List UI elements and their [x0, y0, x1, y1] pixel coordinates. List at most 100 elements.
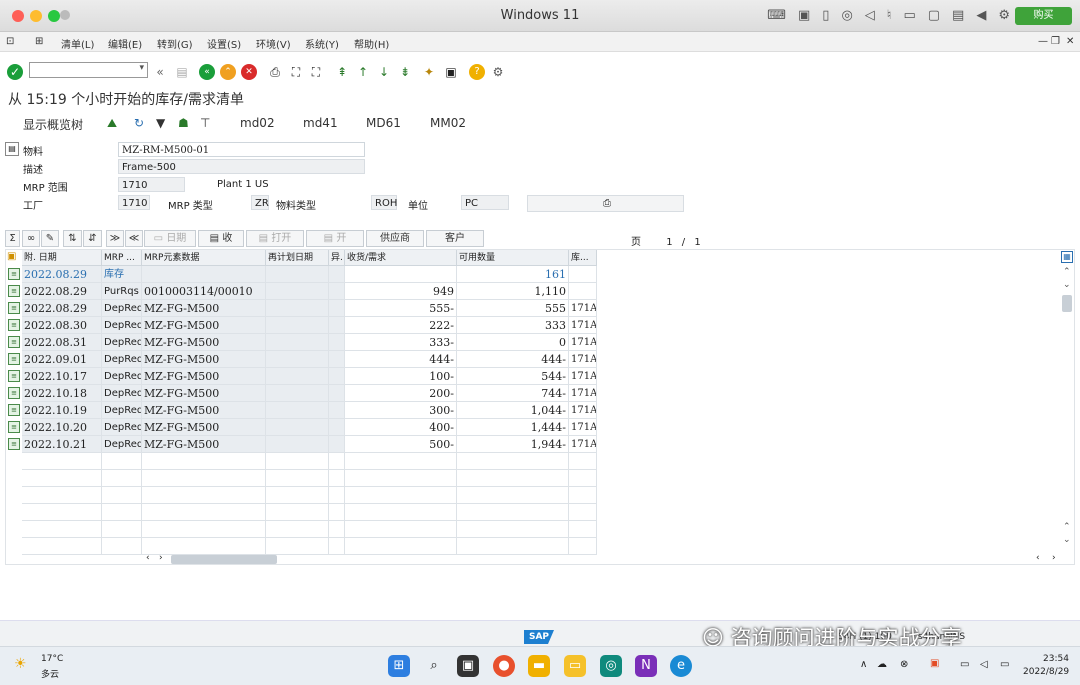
scroll-right-icon[interactable]: ›: [159, 553, 163, 563]
empty-row[interactable]: [22, 521, 597, 538]
col-sloc[interactable]: 库...: [569, 250, 597, 266]
volume-icon[interactable]: ◁: [980, 659, 988, 670]
arrow-left-icon[interactable]: ◀: [976, 8, 986, 23]
pencil-icon[interactable]: ✎: [41, 230, 59, 247]
network-icon[interactable]: ◎: [841, 8, 852, 23]
collapse-icon[interactable]: ≫: [106, 230, 124, 247]
layout-icon[interactable]: ⊞: [35, 36, 43, 47]
row-detail-icon[interactable]: ≡: [8, 438, 20, 450]
menu-icon[interactable]: ⊡: [6, 36, 14, 47]
vertical-scrollbar[interactable]: ▦ ⌃ ⌄ ⌃ ⌄: [1060, 250, 1074, 550]
scroll-right-right-icon[interactable]: ›: [1052, 553, 1056, 563]
security-icon[interactable]: ⊗: [900, 659, 908, 670]
table-row[interactable]: ≡ 2022.08.29 DepReq MZ-FG-M500 555- 555 171A: [8, 300, 597, 317]
filter-icon[interactable]: ▼: [156, 116, 165, 130]
sort-desc-icon[interactable]: ⇵: [83, 230, 102, 247]
sap-logon-icon[interactable]: ▬: [528, 655, 550, 677]
help-icon[interactable]: ?: [469, 64, 485, 80]
gear-icon[interactable]: ⚙: [998, 8, 1010, 23]
chevron-down-icon[interactable]: ▾: [139, 63, 144, 73]
table-row[interactable]: ≡ 2022.10.21 DepReq MZ-FG-M500 500- 1,944- 171…: [8, 436, 597, 453]
detail-button[interactable]: ⎙: [527, 195, 684, 212]
menu-list[interactable]: 清单(L): [61, 36, 94, 51]
gear-icon[interactable]: ⚙: [490, 64, 506, 80]
empty-row[interactable]: [22, 504, 597, 521]
start-icon[interactable]: ⊞: [388, 655, 410, 677]
display-icon[interactable]: ▭: [960, 659, 969, 670]
menu-edit[interactable]: 编辑(E): [108, 36, 142, 51]
receipt-button[interactable]: ▤ 收: [198, 230, 244, 247]
close-icon[interactable]: ✕: [1066, 36, 1074, 47]
scroll-left-icon[interactable]: ‹: [146, 553, 150, 563]
col-mrp[interactable]: MRP ...: [102, 250, 142, 266]
first-page-icon[interactable]: ⇞: [334, 64, 350, 80]
last-page-icon[interactable]: ⇟: [397, 64, 413, 80]
weather-icon[interactable]: ☀: [14, 656, 27, 672]
stamp-icon[interactable]: ⊤: [200, 116, 210, 130]
table-row[interactable]: ≡ 2022.10.18 DepReq MZ-FG-M500 200- 744- 171A: [8, 385, 597, 402]
find-next-icon[interactable]: ⛶: [308, 64, 324, 80]
tray-chevron-icon[interactable]: ∧: [860, 659, 867, 670]
vendor-button[interactable]: 供应商: [366, 230, 424, 247]
speaker-icon[interactable]: ◁: [865, 8, 875, 23]
table-row[interactable]: ≡ 2022.08.30 DepReq MZ-FG-M500 222- 333 171A: [8, 317, 597, 334]
save-icon[interactable]: ▤: [174, 64, 190, 80]
col-mrp-data[interactable]: MRP元素数据: [142, 250, 266, 266]
camera-icon[interactable]: ▢: [928, 8, 940, 23]
table-row[interactable]: ≡ 2022.08.29 库存 161: [8, 266, 597, 283]
row-detail-icon[interactable]: ≡: [8, 285, 20, 297]
search-icon[interactable]: ⌕: [423, 655, 445, 677]
empty-row[interactable]: [22, 470, 597, 487]
table-row[interactable]: ≡ 2022.08.31 DepReq MZ-FG-M500 333- 0 171A: [8, 334, 597, 351]
picture-icon[interactable]: ▤: [952, 8, 964, 23]
row-detail-icon[interactable]: ≡: [8, 319, 20, 331]
scroll-down-bottom-icon[interactable]: ⌄: [1063, 535, 1071, 545]
horizontal-scrollbar[interactable]: ‹ ›: [146, 553, 596, 565]
col-date[interactable]: 附. 日期: [22, 250, 102, 266]
sum-icon[interactable]: Σ: [5, 230, 20, 247]
restore-icon[interactable]: ❐: [1051, 36, 1060, 47]
drive-icon[interactable]: ▭: [903, 8, 915, 23]
col-avail[interactable]: 可用数量: [457, 250, 569, 266]
shortcut-icon[interactable]: ▣: [443, 64, 459, 80]
row-detail-icon[interactable]: ≡: [8, 302, 20, 314]
folder-icon[interactable]: ▭: [564, 655, 586, 677]
print-icon[interactable]: ⎙: [267, 64, 283, 80]
overview-tree-button[interactable]: 显示概览树: [23, 116, 83, 133]
table-row[interactable]: ≡ 2022.10.19 DepReq MZ-FG-M500 300- 1,044- 171…: [8, 402, 597, 419]
onenote-icon[interactable]: N: [635, 655, 657, 677]
col-reschedule[interactable]: 再计划日期: [266, 250, 329, 266]
empty-row[interactable]: [22, 453, 597, 470]
buy-button[interactable]: 购买: [1015, 7, 1072, 25]
table-row[interactable]: ≡ 2022.09.01 DepReq MZ-FG-M500 444- 444- 171A: [8, 351, 597, 368]
scroll-up-bottom-icon[interactable]: ⌃: [1063, 522, 1071, 532]
md41-button[interactable]: md41: [303, 116, 338, 130]
enter-icon[interactable]: ✓: [7, 64, 23, 80]
usb-icon[interactable]: ▯: [822, 8, 829, 23]
material-icon[interactable]: ▤: [5, 142, 19, 156]
scroll-thumb[interactable]: [1062, 295, 1072, 312]
date-button[interactable]: ▭ 日期: [144, 230, 196, 247]
exit-icon[interactable]: ⌃: [220, 64, 236, 80]
hscroll-thumb[interactable]: [171, 555, 277, 564]
row-detail-icon[interactable]: ≡: [8, 404, 20, 416]
customer-button[interactable]: 客户: [426, 230, 484, 247]
find-icon[interactable]: ⛶: [288, 64, 304, 80]
photos-icon[interactable]: ●: [493, 655, 515, 677]
table-row[interactable]: ≡ 2022.10.17 DepReq MZ-FG-M500 100- 544- 171A: [8, 368, 597, 385]
col-exception[interactable]: 异.: [329, 250, 345, 266]
mic-icon[interactable]: ♮: [887, 8, 892, 23]
cancel-icon[interactable]: ✕: [241, 64, 257, 80]
col-qty[interactable]: 收货/需求: [345, 250, 457, 266]
table-row[interactable]: ≡ 2022.08.29 PurRqs 0010003114/00010 949 1,11…: [8, 283, 597, 300]
back-icon[interactable]: «: [199, 64, 215, 80]
md02-button[interactable]: md02: [240, 116, 275, 130]
scroll-left-right-icon[interactable]: ‹: [1036, 553, 1040, 563]
expand-icon[interactable]: ≪: [125, 230, 143, 247]
keyboard-icon[interactable]: ⌨: [767, 8, 786, 23]
scroll-up-icon[interactable]: ⌃: [1063, 267, 1071, 277]
empty-row[interactable]: [22, 487, 597, 504]
onedrive-icon[interactable]: ☁: [877, 659, 887, 670]
pager-current[interactable]: 1: [666, 237, 672, 248]
open-button[interactable]: ▤ 打开: [246, 230, 304, 247]
